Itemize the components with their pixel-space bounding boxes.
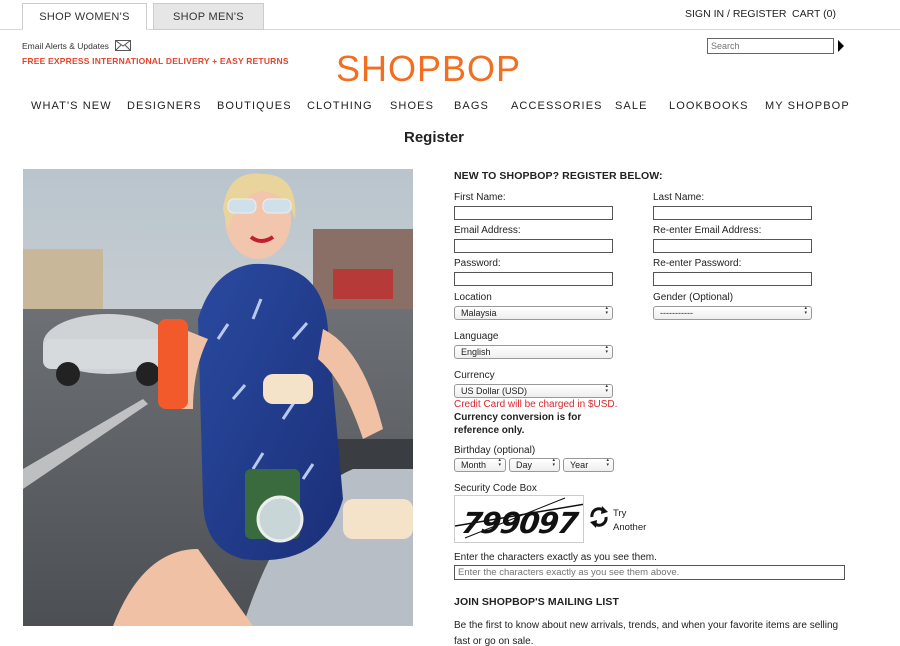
captcha-input[interactable] [454, 565, 845, 580]
nav-clothing[interactable]: CLOTHING [307, 100, 373, 112]
gender-select[interactable]: ----------- [653, 306, 812, 320]
security-code-label: Security Code Box [454, 483, 537, 494]
birthday-label: Birthday (optional) [454, 445, 536, 456]
fashion-photo [23, 169, 413, 626]
main-nav: WHAT'S NEW DESIGNERS BOUTIQUES CLOTHING … [0, 100, 900, 116]
nav-bags[interactable]: BAGS [454, 100, 489, 112]
currency-label: Currency [454, 370, 495, 381]
envelope-icon [114, 40, 131, 51]
nav-sale[interactable]: SALE [615, 100, 648, 112]
captcha-image: 799097 [454, 495, 584, 543]
password-field[interactable] [454, 272, 613, 286]
first-name-label: First Name: [454, 192, 506, 203]
last-name-field[interactable] [653, 206, 812, 220]
promo-banner[interactable]: FREE EXPRESS INTERNATIONAL DELIVERY + EA… [22, 56, 289, 66]
gender-label: Gender (Optional) [653, 292, 734, 303]
language-label: Language [454, 331, 499, 342]
first-name-field[interactable] [454, 206, 613, 220]
try-another-link[interactable]: Try Another [613, 507, 646, 535]
email-alerts-label: Email Alerts & Updates [22, 40, 109, 51]
reenter-password-label: Re-enter Password: [653, 258, 742, 269]
try-label: Try [613, 508, 627, 519]
nav-boutiques[interactable]: BOUTIQUES [217, 100, 292, 112]
email-alerts-link[interactable]: Email Alerts & Updates [22, 40, 131, 51]
nav-shoes[interactable]: SHOES [390, 100, 434, 112]
page-title: Register [403, 129, 465, 146]
mailing-list-heading: JOIN SHOPBOP'S MAILING LIST [454, 596, 620, 608]
currency-charge-message: Credit Card will be charged in $USD. [454, 399, 618, 410]
tab-shop-mens[interactable]: SHOP MEN'S [153, 3, 264, 30]
nav-designers[interactable]: DESIGNERS [127, 100, 202, 112]
reenter-password-field[interactable] [653, 272, 812, 286]
password-label: Password: [454, 258, 501, 269]
another-label: Another [613, 522, 647, 533]
nav-accessories[interactable]: ACCESSORIES [511, 100, 603, 112]
nav-whats-new[interactable]: WHAT'S NEW [31, 100, 112, 112]
location-label: Location [454, 292, 492, 303]
currency-select[interactable]: US Dollar (USD) [454, 384, 613, 398]
shopbop-logo[interactable]: SHOPBOP [336, 48, 521, 90]
email-field[interactable] [454, 239, 613, 253]
last-name-label: Last Name: [653, 192, 705, 203]
nav-lookbooks[interactable]: LOOKBOOKS [669, 100, 749, 112]
cart-link[interactable]: CART (0) [792, 8, 836, 20]
reenter-email-label: Re-enter Email Address: [653, 225, 762, 236]
top-bar: SHOP WOMEN'S SHOP MEN'S SIGN IN / REGIST… [0, 0, 900, 30]
location-select[interactable]: Malaysia [454, 306, 613, 320]
refresh-icon[interactable] [588, 505, 610, 529]
register-heading: NEW TO SHOPBOP? REGISTER BELOW: [454, 170, 663, 182]
birthday-month-select[interactable]: Month [454, 458, 506, 472]
sign-in-register-link[interactable]: SIGN IN / REGISTER [685, 8, 787, 20]
captcha-text: 799097 [459, 506, 580, 540]
email-label: Email Address: [454, 225, 521, 236]
birthday-day-select[interactable]: Day [509, 458, 560, 472]
currency-conversion-note: Currency conversion is for reference onl… [454, 412, 582, 436]
birthday-year-select[interactable]: Year [563, 458, 614, 472]
search-submit-icon[interactable] [838, 40, 844, 52]
mailing-list-text: Be the first to know about new arrivals,… [454, 620, 839, 646]
tab-shop-womens[interactable]: SHOP WOMEN'S [22, 3, 147, 30]
language-select[interactable]: English [454, 345, 613, 359]
reenter-email-field[interactable] [653, 239, 812, 253]
captcha-instructions: Enter the characters exactly as you see … [454, 552, 657, 563]
nav-my-shopbop[interactable]: MY SHOPBOP [765, 100, 850, 112]
search-input[interactable] [707, 38, 834, 54]
